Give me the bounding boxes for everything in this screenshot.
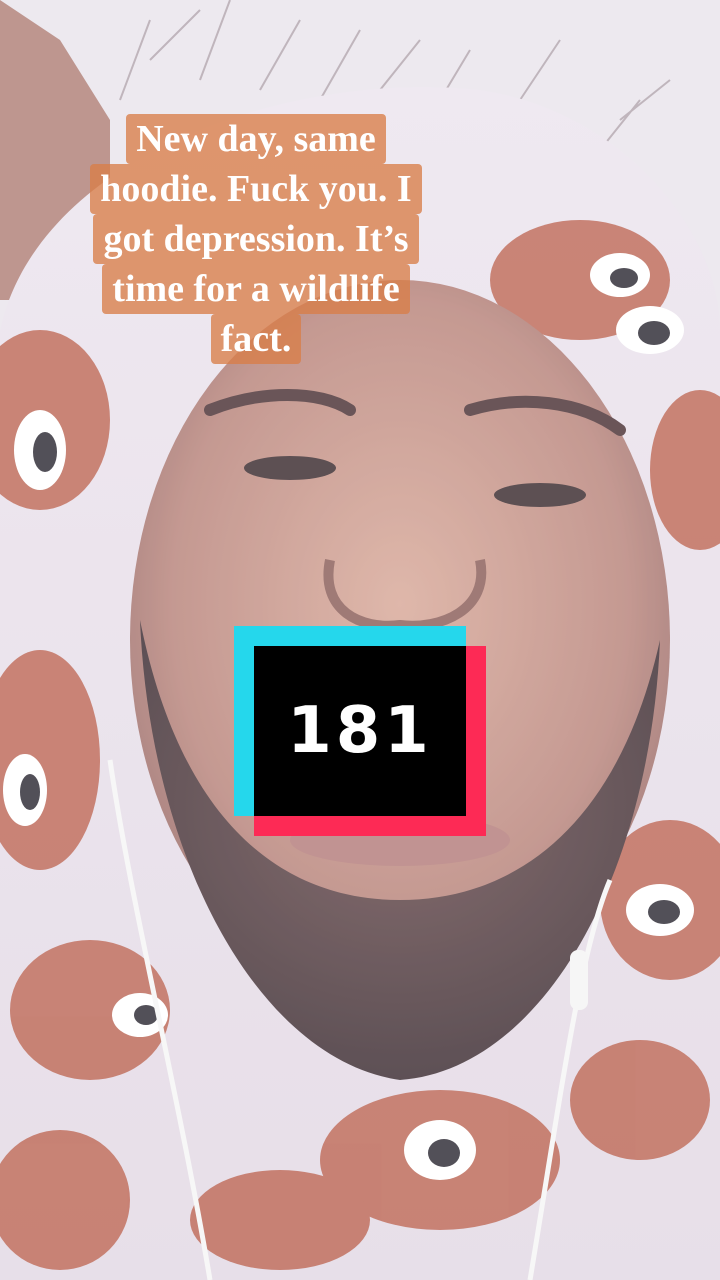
caption-line: fact. bbox=[26, 314, 486, 364]
caption-line: time for a wildlife bbox=[26, 264, 486, 314]
episode-counter-badge: 181 bbox=[234, 626, 486, 836]
caption-line: New day, same bbox=[26, 114, 486, 164]
caption-line: hoodie. Fuck you. I bbox=[26, 164, 486, 214]
counter-number: 181 bbox=[287, 694, 433, 768]
counter-box: 181 bbox=[254, 646, 466, 816]
caption-line: got depression. It’s bbox=[26, 214, 486, 264]
caption-text: New day, same hoodie. Fuck you. I got de… bbox=[26, 114, 486, 364]
